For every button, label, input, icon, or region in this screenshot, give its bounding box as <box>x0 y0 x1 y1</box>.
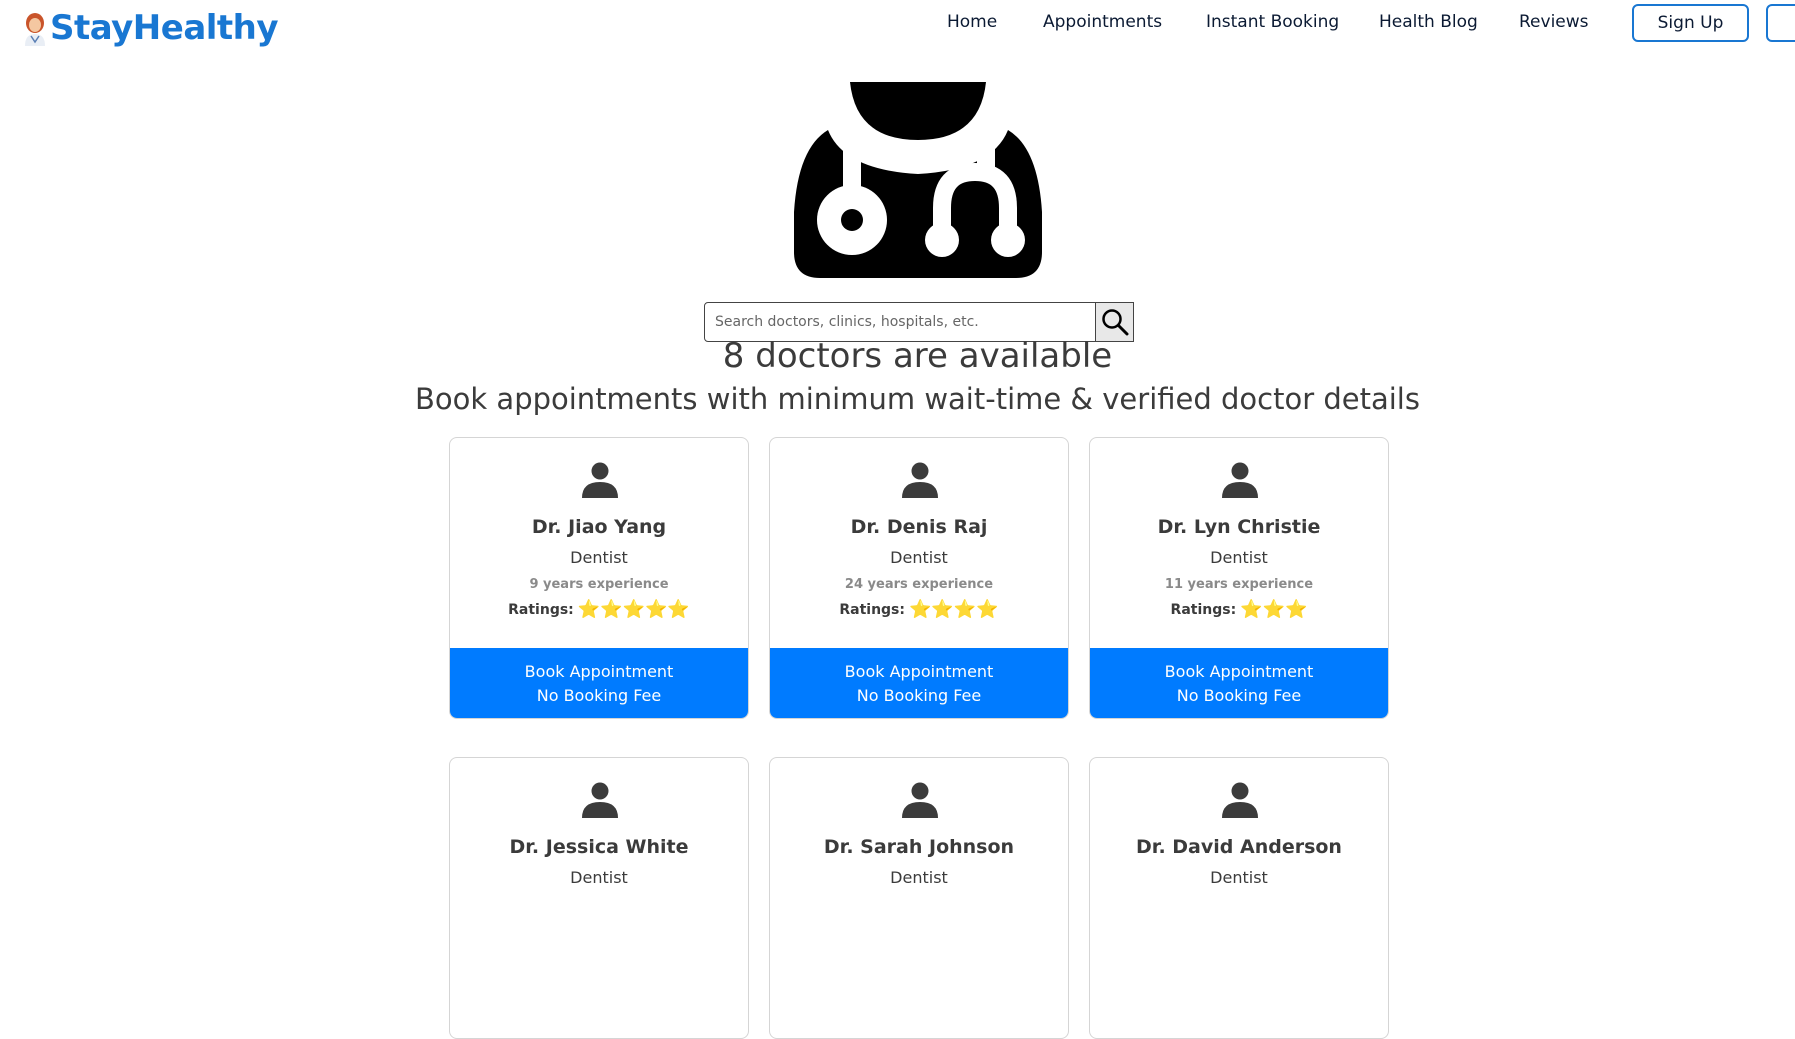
doctor-specialty: Dentist <box>890 868 948 887</box>
doctor-card: Dr. David Anderson Dentist <box>1089 757 1389 1039</box>
ratings-label: Ratings: <box>508 602 574 618</box>
doctor-rating: Ratings: ⭐⭐⭐⭐⭐ <box>450 601 748 619</box>
doctor-specialty: Dentist <box>1210 548 1268 567</box>
navbar: StayHealthy Home Appointments Instant Bo… <box>0 0 1795 56</box>
nav-appointments[interactable]: Appointments <box>1043 12 1162 32</box>
doctor-name: Dr. Lyn Christie <box>1157 516 1321 538</box>
rating-stars-icon: ⭐⭐⭐ <box>1240 599 1308 620</box>
brand-logo-link[interactable]: StayHealthy <box>22 8 279 48</box>
doctor-specialty: Dentist <box>1210 868 1268 887</box>
user-silhouette-icon <box>902 462 938 498</box>
magnifier-icon <box>1101 309 1128 336</box>
login-button[interactable] <box>1766 4 1795 42</box>
doctor-avatar-icon <box>25 13 45 46</box>
doctor-experience: 9 years experience <box>529 577 669 592</box>
doctor-name: Dr. Denis Raj <box>850 516 988 538</box>
nav-instant-booking[interactable]: Instant Booking <box>1206 12 1339 32</box>
fee-label: No Booking Fee <box>1176 686 1302 705</box>
book-label: Book Appointment <box>524 662 674 681</box>
rating-stars-icon: ⭐⭐⭐⭐ <box>908 599 999 620</box>
doctor-specialty: Dentist <box>570 868 628 887</box>
doctor-count-heading: 8 doctors are available <box>722 336 1113 376</box>
user-silhouette-icon <box>582 782 618 818</box>
doctor-rating: Ratings: ⭐⭐⭐⭐ <box>770 601 1068 619</box>
book-appointment-button[interactable]: Book Appointment No Booking Fee <box>770 648 1068 718</box>
doctor-experience: 24 years experience <box>844 577 994 592</box>
book-appointment-button[interactable]: Book Appointment No Booking Fee <box>450 648 748 718</box>
doctor-name: Dr. Jiao Yang <box>531 516 667 538</box>
doctor-rating: Ratings: ⭐⭐⭐ <box>1090 601 1388 619</box>
doctor-experience: 11 years experience <box>1164 577 1314 592</box>
doctor-card: Dr. Jessica White Dentist <box>449 757 749 1039</box>
page-subtitle: Book appointments with minimum wait-time… <box>415 382 1420 416</box>
user-silhouette-icon <box>1222 782 1258 818</box>
doctor-specialty: Dentist <box>570 548 628 567</box>
ratings-label: Ratings: <box>839 602 905 618</box>
doctor-card: Dr. Denis Raj Dentist 24 years experienc… <box>769 437 1069 719</box>
doctor-name: Dr. David Anderson <box>1136 836 1342 858</box>
nav-reviews[interactable]: Reviews <box>1519 12 1589 32</box>
user-silhouette-icon <box>902 782 938 818</box>
doctor-specialty: Dentist <box>890 548 948 567</box>
user-silhouette-icon <box>582 462 618 498</box>
book-appointment-button[interactable]: Book Appointment No Booking Fee <box>1090 648 1388 718</box>
fee-label: No Booking Fee <box>536 686 662 705</box>
doctor-card: Dr. Sarah Johnson Dentist <box>769 757 1069 1039</box>
brand-name: StayHealthy <box>50 8 279 48</box>
nav-health-blog[interactable]: Health Blog <box>1379 12 1478 32</box>
doctor-name: Dr. Sarah Johnson <box>823 836 1015 858</box>
book-label: Book Appointment <box>1164 662 1314 681</box>
nav-home[interactable]: Home <box>947 12 997 32</box>
doctor-stethoscope-icon <box>794 82 1042 278</box>
user-silhouette-icon <box>1222 462 1258 498</box>
ratings-label: Ratings: <box>1170 602 1237 618</box>
rating-stars-icon: ⭐⭐⭐⭐⭐ <box>577 599 690 620</box>
doctor-card: Dr. Jiao Yang Dentist 9 years experience… <box>449 437 749 719</box>
doctor-name: Dr. Jessica White <box>509 836 689 858</box>
doctor-card: Dr. Lyn Christie Dentist 11 years experi… <box>1089 437 1389 719</box>
fee-label: No Booking Fee <box>856 686 982 705</box>
book-label: Book Appointment <box>844 662 994 681</box>
signup-button[interactable]: Sign Up <box>1632 4 1749 42</box>
